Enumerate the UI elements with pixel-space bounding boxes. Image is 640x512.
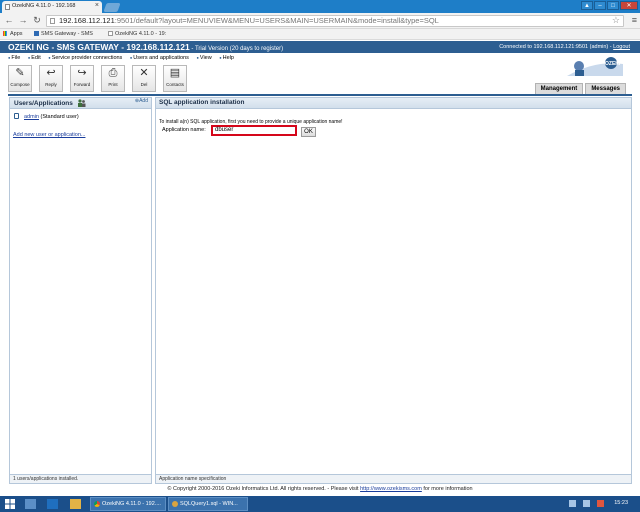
app-title: OZEKI NG - SMS GATEWAY - 192.168.112.121… bbox=[8, 42, 284, 52]
contacts-button[interactable]: ▤ Contacts bbox=[163, 65, 187, 92]
close-window-button[interactable]: ✕ bbox=[620, 1, 638, 10]
page-info-icon[interactable] bbox=[50, 18, 55, 24]
windows-start-icon[interactable] bbox=[5, 499, 15, 509]
bookmark-star-icon[interactable]: ☆ bbox=[612, 16, 620, 25]
address-bar[interactable]: 192.168.112.121:9501/default?layout=MENU… bbox=[46, 15, 624, 27]
logo-text: OZEKI bbox=[605, 61, 621, 67]
users-panel-header: Users/Applications ⊕Add bbox=[10, 98, 151, 109]
reload-icon[interactable]: ↻ bbox=[32, 15, 42, 26]
logout-link[interactable]: Logout bbox=[613, 44, 630, 50]
users-status-bar: 1 users/applications installed. bbox=[10, 474, 151, 483]
users-panel-title: Users/Applications bbox=[14, 100, 73, 107]
copyright-footer: © Copyright 2000-2016 Ozeki Informatics … bbox=[167, 486, 473, 492]
menu-users-applications[interactable]: ●Users and applications bbox=[130, 55, 192, 61]
tray-flag-icon[interactable] bbox=[569, 500, 576, 507]
tab-title: OzekiNG 4.11.0 - 192.168 bbox=[12, 3, 76, 9]
minimize-button[interactable]: – bbox=[594, 1, 606, 10]
add-user-button[interactable]: ⊕Add bbox=[135, 98, 148, 104]
maximize-button[interactable]: □ bbox=[607, 1, 619, 10]
page-icon bbox=[108, 31, 113, 36]
connection-info: Connected to 192.168.112.121:9501 (admin… bbox=[499, 44, 630, 50]
user-type: (Standard user) bbox=[40, 114, 79, 120]
forward-arrow-icon[interactable]: → bbox=[18, 15, 28, 26]
apps-grid-icon bbox=[3, 31, 8, 36]
ozeki-logo: OZEKI bbox=[567, 57, 623, 76]
print-button[interactable]: ⎙ Print bbox=[101, 65, 125, 92]
browser-tabstrip: OzekiNG 4.11.0 - 192.168 × ▲ – □ ✕ bbox=[0, 0, 640, 13]
folder-icon[interactable] bbox=[70, 499, 81, 509]
bookmark-apps[interactable]: Apps bbox=[3, 29, 23, 40]
users-panel: Users/Applications ⊕Add admin (Standard … bbox=[9, 97, 152, 484]
chrome-icon bbox=[94, 501, 100, 507]
menu-help[interactable]: ●Help bbox=[219, 55, 237, 61]
user-icon[interactable]: ▲ bbox=[581, 1, 593, 10]
compose-icon: ✎ bbox=[15, 67, 25, 79]
window-controls: ▲ – □ ✕ bbox=[581, 1, 638, 10]
taskbar-item-browser[interactable]: OzekiNG 4.11.0 - 192.... bbox=[90, 497, 166, 511]
address-book-icon: ▤ bbox=[169, 67, 181, 79]
menu-view[interactable]: ●View bbox=[196, 55, 214, 61]
network-icon[interactable] bbox=[583, 500, 590, 507]
back-arrow-icon[interactable]: ← bbox=[4, 15, 14, 26]
ozeki-website-link[interactable]: http://www.ozekisms.com bbox=[360, 486, 422, 492]
install-panel-title: SQL application installation bbox=[156, 98, 631, 109]
sql-server-icon bbox=[172, 501, 178, 507]
app-title-bar: OZEKI NG - SMS GATEWAY - 192.168.112.121… bbox=[0, 41, 640, 53]
application-name-input[interactable]: dbuser bbox=[211, 125, 297, 136]
tab-management[interactable]: Management bbox=[534, 83, 584, 94]
taskbar-item-sql[interactable]: SQLQuery1.sql - WIN... bbox=[168, 497, 248, 511]
url-path: :9501/default?layout=MENUVIEW&MENU=USERS… bbox=[114, 16, 439, 25]
printer-icon: ⎙ bbox=[108, 67, 118, 79]
user-icon bbox=[14, 113, 19, 119]
compose-button[interactable]: ✎ Compose bbox=[8, 65, 32, 92]
bookmark-sms-gateway[interactable]: SMS Gateway - SMS bbox=[34, 29, 93, 40]
user-link-admin[interactable]: admin bbox=[24, 114, 39, 120]
forward-icon: ↪ bbox=[77, 67, 87, 79]
explorer-icon[interactable] bbox=[25, 499, 36, 509]
list-item: admin (Standard user) bbox=[14, 113, 79, 120]
gateway-icon bbox=[34, 31, 39, 36]
chrome-menu-icon[interactable]: ≡ bbox=[632, 15, 637, 25]
install-status-bar: Application name specification bbox=[156, 474, 631, 483]
users-group-icon bbox=[77, 99, 86, 107]
app-toolbar: ✎ Compose ↩ Reply ↪ Forward ⎙ Print ✕ Del ▤ Co… bbox=[8, 65, 187, 92]
windows-taskbar: OzekiNG 4.11.0 - 192.... SQLQuery1.sql -… bbox=[0, 496, 640, 512]
page-icon bbox=[5, 4, 10, 10]
menu-edit[interactable]: ●Edit bbox=[28, 55, 44, 61]
close-tab-icon[interactable]: × bbox=[95, 2, 99, 9]
delete-x-icon: ✕ bbox=[139, 67, 149, 79]
browser-tab[interactable]: OzekiNG 4.11.0 - 192.168 × bbox=[2, 1, 102, 13]
url-host: 192.168.112.121 bbox=[59, 16, 115, 25]
bookmarks-bar: Apps SMS Gateway - SMS OzekiNG 4.11.0 - … bbox=[0, 29, 640, 40]
reply-icon: ↩ bbox=[46, 67, 56, 79]
powershell-icon[interactable] bbox=[47, 499, 58, 509]
tab-messages[interactable]: Messages bbox=[585, 83, 626, 94]
new-tab-button[interactable] bbox=[103, 3, 121, 12]
bookmark-ozeking[interactable]: OzekiNG 4.11.0 - 19: bbox=[108, 29, 166, 40]
reply-button[interactable]: ↩ Reply bbox=[39, 65, 63, 92]
volume-icon[interactable] bbox=[597, 500, 604, 507]
clock[interactable]: 15:23 bbox=[614, 500, 628, 506]
menu-service-providers[interactable]: ●Service provider connections bbox=[48, 55, 125, 61]
add-new-user-link[interactable]: Add new user or application... bbox=[13, 132, 85, 138]
view-tabs: Management Messages bbox=[534, 83, 626, 94]
install-panel: SQL application installation To install … bbox=[155, 97, 632, 484]
application-name-label: Application name: bbox=[162, 127, 206, 133]
forward-button[interactable]: ↪ Forward bbox=[70, 65, 94, 92]
menu-file[interactable]: ●File bbox=[8, 55, 23, 61]
ok-button[interactable]: OK bbox=[301, 127, 316, 137]
trial-notice: - Trial Version (20 days to register) bbox=[189, 46, 284, 52]
delete-button[interactable]: ✕ Del bbox=[132, 65, 156, 92]
browser-toolbar: ← → ↻ 192.168.112.121:9501/default?layou… bbox=[0, 13, 640, 29]
app-menubar: ●File ●Edit ●Service provider connection… bbox=[8, 55, 240, 61]
